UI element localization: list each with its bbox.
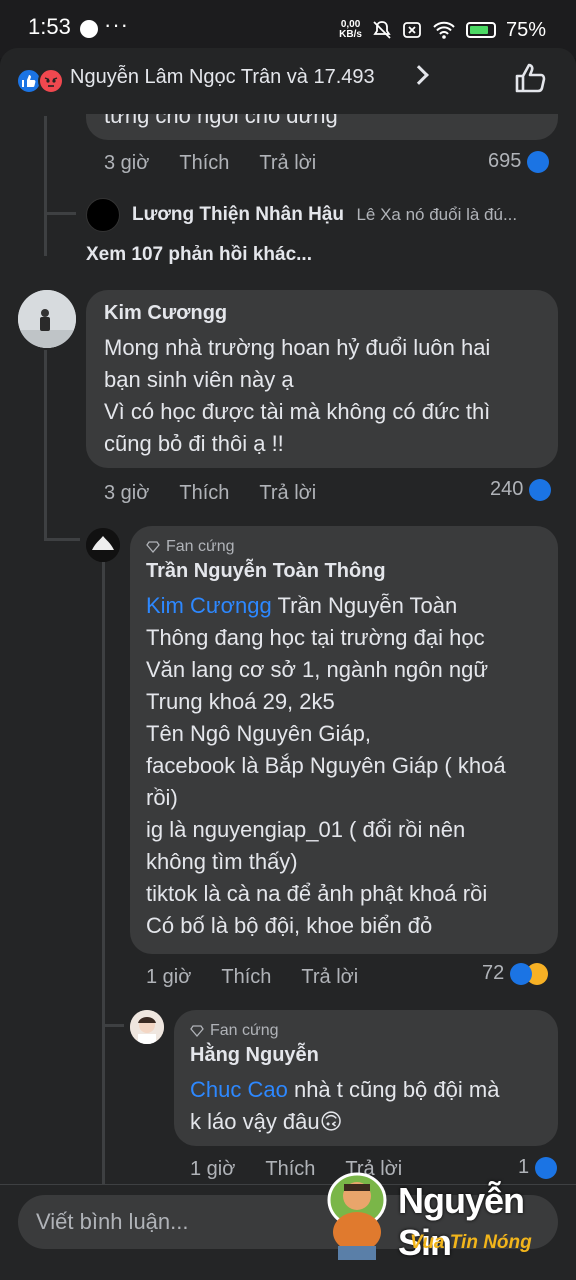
sim-off-icon	[403, 22, 421, 38]
thread-line	[102, 562, 105, 1184]
reply-line: k láo vậy đâu🙃	[190, 1109, 343, 1134]
comment-line: Vì có học được tài mà không có đức thì	[104, 399, 491, 424]
status-right: 0,00 KB/s 75%	[339, 16, 546, 44]
comment-actions-1: 3 giờ Thích Trả lời	[104, 152, 346, 175]
comment-time: 3 giờ	[104, 482, 150, 504]
battery-icon	[465, 22, 496, 38]
like-badge-icon	[529, 478, 552, 501]
reply-text: Kim Cươngg Trần Nguyễn Toàn Thông đang h…	[146, 590, 546, 942]
status-time: 1:53	[28, 14, 71, 39]
reply-button[interactable]: Trả lời	[259, 152, 316, 175]
reply-line: Kim Cươngg Trần Nguyễn Toàn	[146, 590, 546, 622]
reaction-count-value: 695	[488, 150, 522, 172]
reply-line: rồi)	[146, 785, 178, 810]
comment-line: bạn sinh viên này ạ	[104, 367, 294, 392]
reply-line: không tìm thấy)	[146, 849, 298, 874]
mute-icon	[373, 21, 391, 39]
reply-author[interactable]: Trần Nguyễn Toàn Thông	[146, 560, 386, 583]
reply-preview[interactable]: Lương Thiện Nhân Hậu Lê Xa nó đuổi là đú…	[132, 204, 562, 226]
avatar[interactable]	[86, 198, 120, 232]
fan-badge: Fan cứng	[146, 538, 235, 556]
like-button[interactable]: Thích	[179, 152, 229, 175]
reply-line: tiktok là cà na để ảnh phật khoá rồi	[146, 881, 488, 906]
like-badge-icon	[527, 150, 550, 173]
diamond-icon	[146, 541, 160, 553]
reaction-badges	[510, 962, 549, 985]
like-badge-icon	[510, 962, 533, 985]
comment-actions-2: 3 giờ Thích Trả lời	[104, 482, 346, 505]
reply-bubble: Fan cứng Trần Nguyễn Toàn Thông Kim Cươn…	[130, 526, 558, 954]
reply-line: facebook là Bắp Nguyên Giáp ( khoá	[146, 753, 506, 778]
messenger-icon	[80, 20, 98, 38]
mention-link[interactable]: Kim Cươngg	[146, 593, 272, 618]
comment-author[interactable]: Kim Cươngg	[104, 302, 227, 325]
like-button[interactable]: Thích	[179, 482, 229, 505]
comment-bubble: Kim Cươngg Mong nhà trường hoan hỷ đuổi …	[86, 290, 558, 468]
reply-actions-1: 1 giờ Thích Trả lời	[146, 966, 388, 989]
avatar[interactable]	[86, 528, 120, 562]
reply-line-rest: Trần Nguyễn Toàn	[271, 593, 458, 618]
reaction-count-2[interactable]: 240	[490, 478, 552, 501]
thread-connector	[44, 538, 80, 541]
comment-time: 3 giờ	[104, 152, 150, 174]
view-more-replies[interactable]: Xem 107 phản hồi khác...	[86, 244, 312, 266]
avatar[interactable]	[18, 290, 76, 348]
watermark-mascot-icon	[327, 1172, 387, 1260]
thread-connector	[44, 212, 76, 215]
reply-bubble: Fan cứng Hằng Nguyễn Chuc Cao nhà t cũng…	[174, 1010, 558, 1146]
reaction-summary: Nguyễn Lâm Ngọc Trân và 17.493	[70, 66, 375, 88]
reaction-icons	[16, 68, 66, 94]
like-button[interactable]: Thích	[265, 1158, 315, 1181]
mention-link[interactable]: Chuc Cao	[190, 1077, 288, 1102]
fan-badge-label: Fan cứng	[166, 538, 235, 555]
reply-line: Tên Ngô Nguyên Giáp,	[146, 721, 372, 746]
reaction-count-1[interactable]: 695	[488, 150, 550, 173]
reply-text: Chuc Cao nhà t cũng bộ đội mà k láo vậy …	[190, 1074, 550, 1138]
thread-connector	[102, 1024, 124, 1027]
reply-author: Lương Thiện Nhân Hậu	[132, 204, 344, 225]
reply-line: Có bố là bộ đội, khoe biển đỏ	[146, 913, 433, 938]
reactions-header[interactable]: Nguyễn Lâm Ngọc Trân và 17.493	[0, 48, 576, 114]
reaction-count-value: 240	[490, 478, 524, 500]
more-notifications-icon: ···	[104, 12, 129, 37]
screen: 1:53 ··· 0,00 KB/s 75% Nguyễn Lâm Ngọc T…	[0, 0, 576, 1280]
like-badge-icon	[535, 1156, 558, 1179]
reply-button[interactable]: Trả lời	[259, 482, 316, 505]
reaction-count-3[interactable]: 72	[482, 962, 549, 985]
reply-line: Trung khoá 29, 2k5	[146, 689, 335, 714]
comment-time: 1 giờ	[190, 1158, 236, 1180]
reply-line: Thông đang học tại trường đại học	[146, 625, 485, 650]
comment-line: Mong nhà trường hoan hỷ đuổi luôn hai	[104, 335, 491, 360]
net-speed-unit: KB/s	[339, 29, 362, 40]
battery-percent: 75%	[505, 18, 546, 41]
reaction-count-value: 1	[518, 1156, 530, 1178]
fan-badge-label: Fan cứng	[210, 1022, 279, 1039]
reply-line-rest: nhà t cũng bộ đội mà	[287, 1077, 500, 1102]
watermark-subtitle: Vua Tin Nóng	[410, 1232, 532, 1253]
net-speed: 0,00 KB/s	[339, 20, 362, 40]
reply-actions-2: 1 giờ Thích Trả lời	[190, 1158, 432, 1181]
wifi-icon	[433, 21, 455, 39]
reply-author[interactable]: Hằng Nguyễn	[190, 1044, 319, 1067]
reply-snippet: Lê Xa nó đuổi là đú...	[356, 205, 518, 224]
chevron-right-icon	[409, 65, 429, 85]
comment-text: Mong nhà trường hoan hỷ đuổi luôn hai bạ…	[104, 332, 490, 460]
reply-button[interactable]: Trả lời	[301, 966, 358, 989]
comment-line: cũng bỏ đi thôi ạ !!	[104, 431, 284, 456]
reply-line: Văn lang cơ sở 1, ngành ngôn ngữ	[146, 657, 489, 682]
reaction-count-value: 72	[482, 962, 505, 984]
avatar[interactable]	[130, 1010, 164, 1044]
thread-line	[44, 116, 47, 256]
comment-time: 1 giờ	[146, 966, 192, 988]
thread-line	[44, 350, 47, 540]
fan-badge: Fan cứng	[190, 1022, 279, 1040]
reaction-count-4[interactable]: 1	[518, 1156, 558, 1179]
angry-reaction-icon	[38, 68, 64, 94]
reply-line: ig là nguyengiap_01 ( đổi rồi nên	[146, 817, 466, 842]
like-outline-icon[interactable]	[514, 62, 548, 94]
diamond-icon	[190, 1025, 204, 1037]
like-button[interactable]: Thích	[221, 966, 271, 989]
reply-line: Chuc Cao nhà t cũng bộ đội mà	[190, 1074, 550, 1106]
